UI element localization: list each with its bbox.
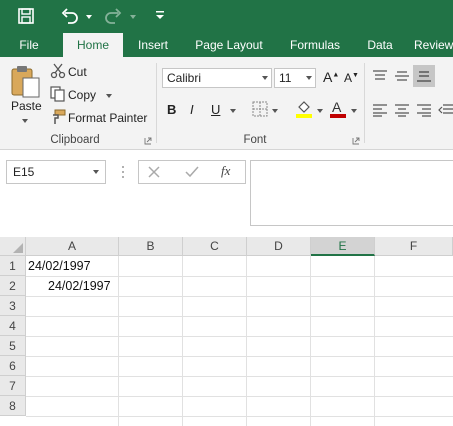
column-header-e[interactable]: E [311,237,375,256]
borders-dropdown-icon[interactable] [272,109,278,113]
row-header-3[interactable]: 3 [0,296,26,316]
name-box-value: E15 [13,165,35,179]
cut-label[interactable]: Cut [68,65,87,79]
italic-button[interactable]: I [190,102,194,117]
chevron-down-icon [93,170,99,174]
align-center-icon[interactable] [394,103,410,117]
name-box[interactable]: E15 [6,160,106,184]
tab-insert[interactable]: Insert [128,33,178,57]
enter-icon[interactable] [185,166,199,178]
customize-toolbar-icon[interactable] [155,10,165,20]
underline-button[interactable]: U [211,102,220,117]
align-bottom-icon [417,71,431,82]
font-name-value: Calibri [167,71,202,85]
row-header-2[interactable]: 2 [0,276,26,296]
undo-icon[interactable] [60,7,80,25]
decrease-indent-icon[interactable] [438,103,453,117]
save-icon[interactable] [17,7,35,25]
tab-file[interactable]: File [8,33,50,57]
format-painter-label[interactable]: Format Painter [68,111,147,125]
quick-access-toolbar [0,0,453,33]
copy-label[interactable]: Copy [68,88,96,102]
cell-a1[interactable]: 24/02/1997 [28,256,91,276]
decrease-font-size-icon[interactable]: A▼ [344,71,359,85]
fill-color-icon[interactable] [295,99,313,119]
ribbon-separator [364,63,365,143]
font-color-dropdown-icon[interactable] [351,109,357,113]
row-header-8[interactable]: 8 [0,396,26,416]
align-middle-icon[interactable] [394,69,410,83]
align-bottom-button[interactable] [413,65,435,87]
row-header-4[interactable]: 4 [0,316,26,336]
font-color-icon[interactable]: A [329,99,347,119]
increase-font-size-icon[interactable]: A▲ [323,69,339,85]
borders-icon[interactable] [252,101,268,117]
row-header-5[interactable]: 5 [0,336,26,356]
align-left-icon[interactable] [372,103,388,117]
paste-icon[interactable] [10,65,42,99]
insert-function-icon[interactable]: fx [221,163,230,179]
copy-icon[interactable] [50,86,66,102]
select-all-icon [13,243,23,253]
undo-dropdown-icon[interactable] [86,15,92,19]
row-header-7[interactable]: 7 [0,376,26,396]
tab-data[interactable]: Data [358,33,402,57]
fill-color-dropdown-icon[interactable] [317,109,323,113]
row-header-6[interactable]: 6 [0,356,26,376]
paste-dropdown-icon[interactable] [22,119,28,123]
column-header-f[interactable]: F [375,237,453,256]
clipboard-group-label: Clipboard [50,134,100,146]
column-header-a[interactable]: A [26,237,119,256]
tab-home[interactable]: Home [63,33,123,57]
column-header-c[interactable]: C [183,237,247,256]
bold-button[interactable]: B [167,102,176,117]
ribbon-home: Paste Cut Copy Format Painter Clipboard … [0,57,453,150]
underline-dropdown-icon[interactable] [230,109,236,113]
font-size-select[interactable]: 11 [274,68,316,88]
chevron-down-icon [306,76,312,80]
chevron-down-icon [262,76,268,80]
formula-input[interactable] [250,160,453,226]
font-name-select[interactable]: Calibri [162,68,272,88]
font-size-value: 11 [279,71,292,85]
font-launcher-icon[interactable] [352,137,360,145]
align-top-icon[interactable] [372,69,388,83]
svg-text:A: A [332,99,342,115]
copy-dropdown-icon[interactable] [106,94,112,98]
cancel-icon[interactable] [148,166,160,178]
tab-page-layout[interactable]: Page Layout [188,33,270,57]
column-header-d[interactable]: D [247,237,311,256]
cut-icon[interactable] [50,63,66,79]
select-all-button[interactable] [0,237,26,256]
clipboard-launcher-icon[interactable] [144,137,152,145]
format-painter-icon[interactable] [50,109,66,125]
redo-dropdown-icon [130,15,136,19]
tab-review[interactable]: Review [414,33,453,57]
ribbon-separator [156,63,157,143]
ribbon-tabs: File Home Insert Page Layout Formulas Da… [0,33,453,57]
column-header-b[interactable]: B [119,237,183,256]
tab-formulas[interactable]: Formulas [280,33,350,57]
row-header-1[interactable]: 1 [0,256,26,276]
more-options-icon[interactable] [121,165,125,179]
paste-label[interactable]: Paste [11,99,42,113]
redo-icon [105,8,122,24]
font-group-label: Font [243,134,267,146]
align-right-icon[interactable] [416,103,432,117]
cell-a2[interactable]: 24/02/1997 [48,276,111,296]
